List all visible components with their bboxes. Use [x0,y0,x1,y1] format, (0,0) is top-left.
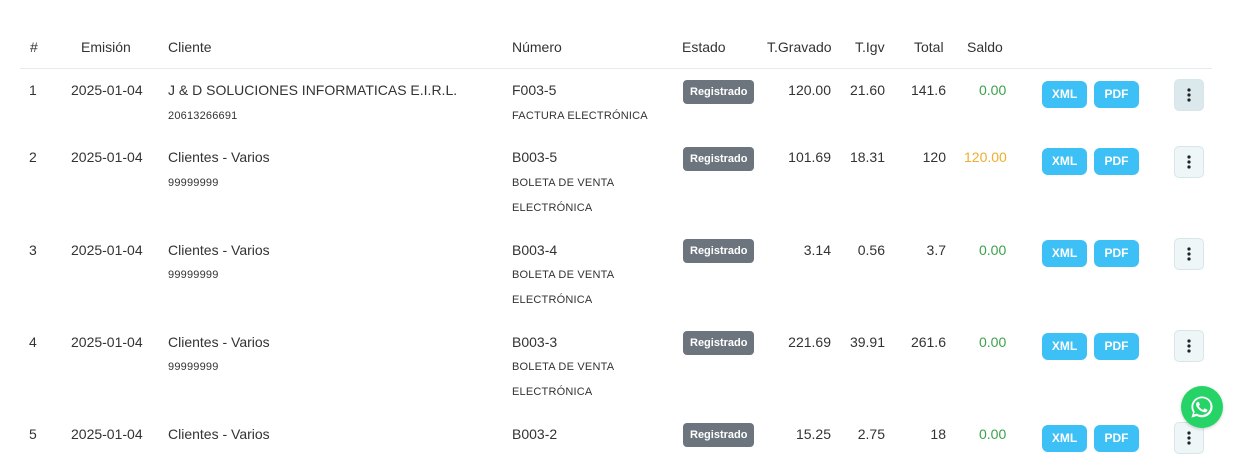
row-emision: 2025-01-04 [71,149,143,165]
row-cliente-doc: 99999999 [168,361,219,373]
row-tipo-line2: ELECTRÓNICA [512,386,593,398]
kebab-vertical-icon [1187,247,1191,261]
row-numero: B003-3 [512,334,558,350]
row-index: 2 [29,149,37,165]
row-cliente: Clientes - Varios [168,149,270,165]
row-total: 120 [922,149,946,165]
kebab-vertical-icon [1187,88,1191,102]
row-t-igv: 18.31 [849,149,885,165]
row-t-gravado: 3.14 [803,242,831,258]
status-badge: Registrado [683,80,755,104]
kebab-vertical-icon [1187,431,1191,445]
row-tipo: BOLETA DE VENTA [512,361,615,373]
row-numero: B003-5 [512,149,558,165]
kebab-vertical-icon [1187,155,1191,169]
row-cliente-doc: 99999999 [168,269,219,281]
row-saldo: 0.00 [979,82,1007,98]
header-total: Total [914,39,944,55]
row-total: 3.7 [926,242,946,258]
row-total: 141.6 [910,82,946,98]
xml-button[interactable]: XML [1042,425,1087,452]
row-cliente-doc: 99999999 [168,177,219,189]
row-emision: 2025-01-04 [71,426,143,442]
xml-button[interactable]: XML [1042,333,1087,360]
row-t-igv: 21.60 [849,82,885,98]
row-emision: 2025-01-04 [71,242,143,258]
row-t-igv: 0.56 [857,242,885,258]
header-saldo: Saldo [967,39,1003,55]
row-emision: 2025-01-04 [71,82,143,98]
row-index: 4 [29,334,37,350]
header-t-igv: T.Igv [855,39,885,55]
row-saldo: 0.00 [979,426,1007,442]
status-badge: Registrado [683,331,755,355]
row-actions-button[interactable] [1174,238,1204,270]
documents-table: # Emisión Cliente Número Estado T.Gravad… [0,0,1236,454]
pdf-button[interactable]: PDF [1094,240,1139,267]
row-saldo: 120.00 [964,149,1007,165]
status-badge: Registrado [683,147,755,171]
kebab-vertical-icon [1187,339,1191,353]
row-tipo: BOLETA DE VENTA [512,177,615,189]
pdf-button[interactable]: PDF [1094,81,1139,108]
header-numero: Número [512,39,562,55]
row-actions-button[interactable] [1174,146,1204,178]
row-actions-button[interactable] [1174,79,1204,111]
row-numero: F003-5 [512,82,557,98]
row-tipo: FACTURA ELECTRÓNICA [512,110,648,122]
header-emision: Emisión [81,39,131,55]
header-index: # [30,39,38,55]
row-cliente: Clientes - Varios [168,426,270,442]
row-tipo-line2: ELECTRÓNICA [512,294,593,306]
row-actions-button[interactable] [1174,330,1204,362]
row-cliente: Clientes - Varios [168,334,270,350]
pdf-button[interactable]: PDF [1094,333,1139,360]
pdf-button[interactable]: PDF [1094,148,1139,175]
row-t-gravado: 15.25 [795,426,831,442]
status-badge: Registrado [683,423,755,447]
row-t-gravado: 221.69 [788,334,831,350]
row-t-gravado: 120.00 [788,82,831,98]
row-numero: B003-4 [512,242,558,258]
row-total: 18 [930,426,946,442]
row-index: 3 [29,242,37,258]
row-t-gravado: 101.69 [788,149,831,165]
xml-button[interactable]: XML [1042,81,1087,108]
row-tipo: BOLETA DE VENTA [512,269,615,281]
xml-button[interactable]: XML [1042,240,1087,267]
row-saldo: 0.00 [979,242,1007,258]
row-saldo: 0.00 [979,334,1007,350]
table-header: # Emisión Cliente Número Estado T.Gravad… [20,0,1212,69]
row-t-igv: 2.75 [857,426,885,442]
row-cliente: J & D SOLUCIONES INFORMATICAS E.I.R.L. [168,82,458,98]
header-t-gravado: T.Gravado [767,39,832,55]
row-emision: 2025-01-04 [71,334,143,350]
whatsapp-icon [1191,396,1213,418]
row-cliente-doc: 20613266691 [168,110,238,122]
pdf-button[interactable]: PDF [1094,425,1139,452]
row-index: 1 [29,82,37,98]
row-numero: B003-2 [512,426,558,442]
row-cliente: Clientes - Varios [168,242,270,258]
header-estado: Estado [682,39,726,55]
status-badge: Registrado [683,239,755,263]
whatsapp-chat-button[interactable] [1181,386,1223,428]
row-tipo-line2: ELECTRÓNICA [512,202,593,214]
xml-button[interactable]: XML [1042,148,1087,175]
row-total: 261.6 [910,334,946,350]
row-t-igv: 39.91 [849,334,885,350]
header-cliente: Cliente [168,39,212,55]
row-index: 5 [29,426,37,442]
